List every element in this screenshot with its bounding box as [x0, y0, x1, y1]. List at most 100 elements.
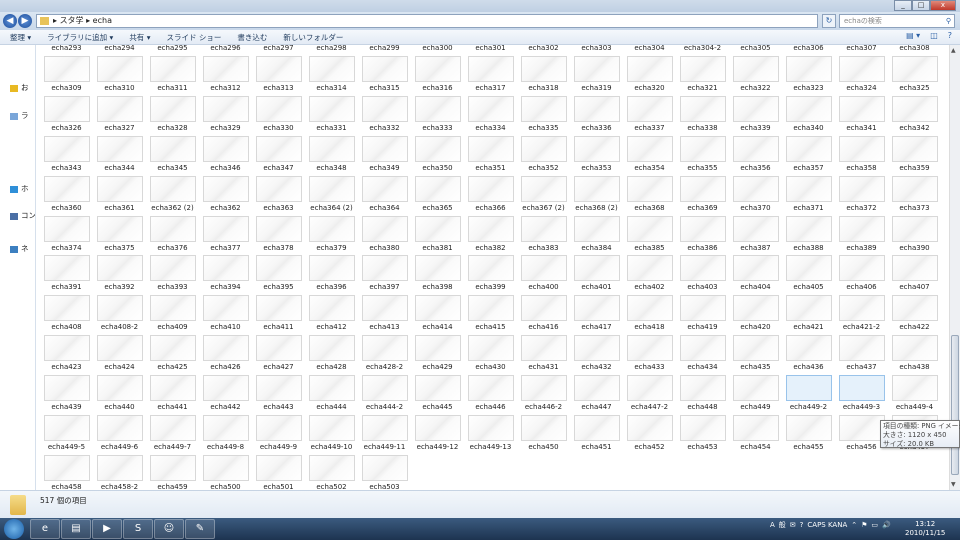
- forward-button[interactable]: ▶: [18, 14, 32, 28]
- file-item[interactable]: echa501: [252, 454, 305, 490]
- file-name: echa334: [475, 123, 506, 132]
- file-thumbnail: [521, 415, 567, 441]
- minimize-button[interactable]: _: [894, 0, 912, 11]
- refresh-button[interactable]: ↻: [822, 14, 836, 28]
- nav-item[interactable]: ネ: [10, 243, 29, 254]
- tray-icon[interactable]: A: [770, 521, 775, 529]
- tray-icon[interactable]: ⌃: [851, 521, 857, 529]
- tray-icon[interactable]: ▭: [871, 521, 878, 529]
- tooltip-type: 項目の種類: PNG イメージ: [883, 422, 960, 430]
- search-input[interactable]: echaの検索 ⚲: [839, 14, 955, 28]
- scroll-down-icon[interactable]: ▼: [951, 481, 956, 488]
- file-name: echa362: [210, 203, 241, 212]
- nav-item[interactable]: ホ: [10, 183, 29, 194]
- clock-time: 13:12: [915, 520, 936, 528]
- file-thumbnail: [44, 55, 90, 82]
- file-name: echa501: [263, 482, 294, 490]
- scroll-up-icon[interactable]: ▲: [951, 47, 956, 54]
- breadcrumb-item[interactable]: スタ学: [60, 16, 84, 25]
- paint-icon[interactable]: ✎: [185, 519, 215, 539]
- organize-button[interactable]: 整理 ▾: [0, 32, 39, 43]
- file-item[interactable]: echa452: [623, 415, 676, 483]
- file-item[interactable]: echa453: [676, 415, 729, 483]
- tray-icon[interactable]: ✉: [790, 521, 796, 529]
- file-thumbnail: [627, 335, 673, 362]
- internet-explorer-icon[interactable]: e: [30, 519, 60, 539]
- file-item[interactable]: echa450: [517, 415, 570, 483]
- file-thumbnail: [415, 375, 461, 402]
- file-item[interactable]: echa500: [199, 454, 252, 490]
- add-to-library-button[interactable]: ライブラリに追加 ▾: [39, 32, 121, 43]
- help-icon[interactable]: ?: [948, 31, 952, 40]
- file-item[interactable]: echa455: [782, 415, 835, 483]
- file-name: echa402: [634, 283, 665, 292]
- file-thumbnail: [203, 335, 249, 362]
- tray-icon[interactable]: 般: [779, 520, 786, 530]
- file-name: echa333: [422, 123, 453, 132]
- start-button[interactable]: [4, 519, 24, 539]
- file-name: echa451: [581, 443, 612, 451]
- new-folder-button[interactable]: 新しいフォルダー: [275, 32, 351, 43]
- maximize-button[interactable]: □: [912, 0, 930, 11]
- file-item[interactable]: echa451: [570, 415, 623, 483]
- file-thumbnail: [256, 95, 302, 122]
- file-name: echa371: [793, 203, 824, 212]
- file-thumbnail: [892, 295, 938, 322]
- file-item[interactable]: echa458-2: [93, 454, 146, 490]
- back-button[interactable]: ◀: [3, 14, 17, 28]
- tray-icon[interactable]: 🔊: [882, 521, 891, 529]
- file-thumbnail: [44, 135, 90, 162]
- file-name: echa417: [581, 323, 612, 332]
- file-item[interactable]: echa454: [729, 415, 782, 483]
- close-button[interactable]: x: [930, 0, 956, 11]
- file-thumbnail: [574, 175, 620, 202]
- file-thumbnail: [256, 175, 302, 202]
- file-thumbnail: [786, 215, 832, 242]
- tray-icon[interactable]: ⚑: [861, 521, 867, 529]
- clock[interactable]: 13:12 2010/11/15: [905, 520, 945, 538]
- file-name: echa393: [157, 283, 188, 292]
- file-item[interactable]: echa502: [305, 454, 358, 490]
- file-item[interactable]: echa458: [40, 454, 93, 490]
- file-item[interactable]: echa449-13: [464, 415, 517, 483]
- file-item[interactable]: echa456: [835, 415, 888, 483]
- view-options-icon[interactable]: ▤ ▾: [906, 31, 920, 40]
- file-name: echa411: [263, 323, 294, 332]
- explorer-icon[interactable]: ▤: [61, 519, 91, 539]
- file-name: echa308: [899, 45, 930, 52]
- file-thumbnail: [521, 175, 567, 202]
- nav-item-label: お: [21, 83, 29, 92]
- file-name: echa386: [687, 243, 718, 252]
- tray-icon[interactable]: CAPS KANA: [807, 521, 847, 529]
- file-item[interactable]: echa457: [888, 415, 941, 483]
- file-name: echa340: [793, 123, 824, 132]
- burn-button[interactable]: 書き込む: [229, 32, 275, 43]
- file-name: echa449-8: [206, 443, 245, 451]
- tray-icon[interactable]: ?: [800, 521, 804, 529]
- address-row: ◀ ▶ ▸ スタ学 ▸ echa ↻ echaの検索 ⚲: [0, 12, 960, 30]
- file-name: echa293: [51, 45, 82, 52]
- nav-item[interactable]: コン: [10, 210, 35, 221]
- nav-item[interactable]: ラ: [10, 110, 29, 121]
- file-item[interactable]: echa503: [358, 454, 411, 490]
- file-name: echa449-13: [469, 443, 512, 451]
- preview-pane-icon[interactable]: ◫: [930, 31, 938, 40]
- file-name: echa458: [51, 482, 82, 490]
- scrollbar-thumb[interactable]: [951, 335, 959, 475]
- nav-item[interactable]: お: [10, 82, 29, 93]
- media-player-icon[interactable]: ▶: [92, 519, 122, 539]
- file-item[interactable]: echa449-12: [411, 415, 464, 483]
- file-thumbnail: [97, 255, 143, 282]
- share-button[interactable]: 共有 ▾: [121, 32, 158, 43]
- slideshow-button[interactable]: スライド ショー: [158, 32, 229, 43]
- file-thumbnail: [97, 175, 143, 202]
- messenger-icon[interactable]: ☺: [154, 519, 184, 539]
- address-bar[interactable]: ▸ スタ学 ▸ echa: [36, 14, 818, 28]
- file-name: echa362 (2): [151, 203, 194, 212]
- breadcrumb-item[interactable]: echa: [93, 16, 112, 25]
- skype-icon[interactable]: S: [123, 519, 153, 539]
- search-placeholder: echaの検索: [844, 17, 882, 25]
- search-icon[interactable]: ⚲: [946, 15, 951, 27]
- file-item[interactable]: echa459: [146, 454, 199, 490]
- file-name: echa398: [422, 283, 453, 292]
